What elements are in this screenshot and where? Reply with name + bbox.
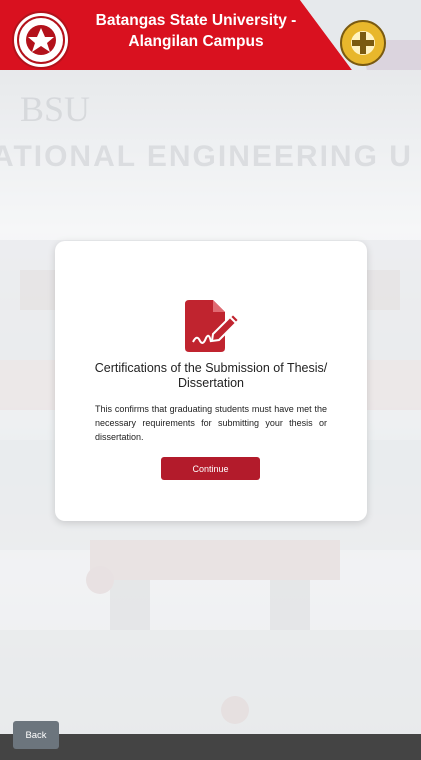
page-title-line2: Alangilan Campus: [128, 33, 264, 50]
engineering-seal-icon: [340, 20, 386, 66]
page-header: Batangas State University - Alangilan Ca…: [0, 0, 421, 70]
certification-card: Certifications of the Submission of Thes…: [55, 241, 367, 521]
footer-bar: [0, 734, 421, 760]
page-title: Batangas State University - Alangilan Ca…: [76, 10, 316, 52]
back-button[interactable]: Back: [13, 721, 59, 749]
page-title-line1: Batangas State University -: [95, 12, 297, 29]
signed-document-icon: [185, 300, 241, 352]
card-title: Certifications of the Submission of Thes…: [75, 361, 347, 391]
continue-button[interactable]: Continue: [161, 457, 260, 480]
card-title-line2: Dissertation: [178, 376, 244, 390]
card-title-line1: Certifications of the Submission of Thes…: [94, 361, 328, 375]
university-seal-icon: [12, 11, 70, 69]
card-description: This confirms that graduating students m…: [95, 404, 327, 442]
